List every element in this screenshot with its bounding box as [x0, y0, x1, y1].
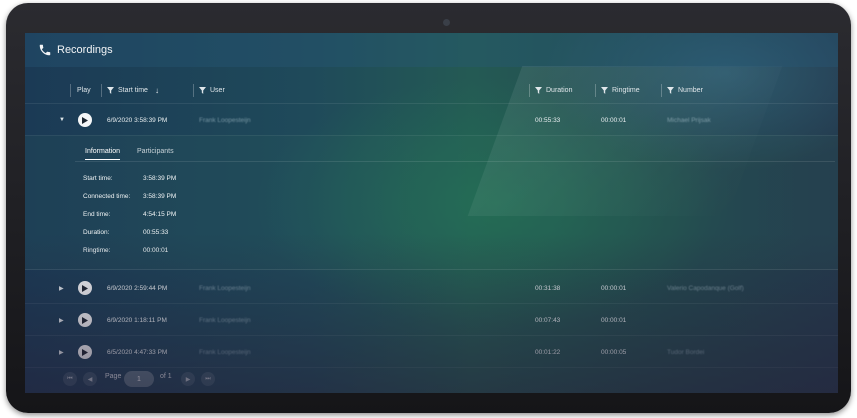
cell-ringtime: 00:00:01 [601, 284, 627, 292]
play-button[interactable] [78, 345, 92, 359]
funnel-icon[interactable] [667, 86, 674, 94]
cell-start-time: 6/9/2020 2:59:44 PM [107, 284, 168, 292]
tab-divider [75, 161, 835, 162]
column-number[interactable]: Number [667, 77, 703, 103]
table-row[interactable]: ▼ 6/9/2020 3:58:39 PM Frank Loopesteijn … [25, 105, 838, 136]
cell-start-time: 6/9/2020 1:18:11 PM [107, 316, 167, 324]
info-label: Start time: [83, 175, 113, 182]
table-row[interactable]: ▶ 6/9/2020 1:18:11 PM Frank Loopesteijn … [25, 305, 838, 336]
table-header: Play Start time ↓ User Duration Ringtime… [25, 77, 838, 104]
cell-duration: 00:07:43 [535, 316, 561, 324]
cell-ringtime: 00:00:01 [601, 116, 627, 124]
column-ringtime[interactable]: Ringtime [601, 77, 640, 103]
table-row[interactable]: ▶ 6/9/2020 2:59:44 PM Frank Loopesteijn … [25, 273, 838, 304]
info-value: 3:58:39 PM [143, 193, 177, 200]
cell-ringtime: 00:00:01 [601, 316, 627, 324]
funnel-icon[interactable] [199, 86, 206, 94]
first-page-button[interactable]: ⏮ [63, 372, 77, 386]
next-page-icon[interactable]: ▶ [186, 376, 191, 383]
play-button[interactable] [78, 281, 92, 295]
cell-user: Frank Loopesteijn [199, 348, 251, 356]
page-total: of 1 [160, 373, 172, 380]
page-title: Recordings [57, 44, 113, 56]
pager: ⏮ ◀ Page 1 of 1 ▶ ⏭ [25, 367, 838, 389]
column-separator [529, 84, 530, 97]
play-button[interactable] [78, 113, 92, 127]
info-value: 00:55:33 [143, 229, 169, 236]
cell-user: Frank Loopesteijn [199, 316, 251, 324]
column-separator [661, 84, 662, 97]
play-icon[interactable] [82, 348, 88, 356]
prev-page-icon[interactable]: ◀ [88, 376, 93, 383]
info-label: Connected time: [83, 193, 131, 200]
info-value: 00:00:01 [143, 247, 169, 254]
arrow-down-icon[interactable]: ↓ [155, 86, 159, 95]
title-bar: Recordings [25, 33, 838, 67]
last-page-icon[interactable]: ⏭ [205, 376, 210, 383]
column-start-time-label[interactable]: Start time [118, 87, 148, 94]
cell-start-time: 6/5/2020 4:47:33 PM [107, 348, 168, 356]
page-label: Page [105, 373, 122, 380]
tab-information[interactable]: Information [85, 148, 121, 160]
caret-right-icon[interactable]: ▶ [59, 337, 64, 367]
app-screen: Recordings Play Start time ↓ User Durati… [25, 33, 838, 393]
info-value: 4:54:15 PM [143, 211, 177, 218]
info-value: 3:58:39 PM [143, 175, 177, 182]
play-icon[interactable] [82, 316, 88, 324]
info-label: Duration: [83, 229, 110, 236]
caret-down-icon[interactable]: ▼ [59, 105, 65, 135]
cell-duration: 00:31:38 [535, 284, 561, 292]
cell-number: Michael Prijsak [667, 116, 711, 124]
column-duration-label[interactable]: Duration [546, 87, 572, 94]
caret-right-icon[interactable]: ▶ [59, 273, 64, 303]
column-duration[interactable]: Duration [535, 77, 572, 103]
cell-user: Frank Loopesteijn [199, 284, 251, 292]
column-start-time[interactable]: Start time ↓ [107, 77, 159, 103]
play-icon[interactable] [82, 284, 88, 292]
column-separator [70, 84, 71, 97]
last-page-button[interactable]: ⏭ [201, 372, 215, 386]
info-label: Ringtime: [83, 247, 111, 254]
cell-user: Frank Loopesteijn [199, 116, 251, 124]
column-separator [101, 84, 102, 97]
cell-number: Valerio Capodanque (Golf) [667, 284, 744, 292]
column-number-label[interactable]: Number [678, 87, 703, 94]
column-ringtime-label[interactable]: Ringtime [612, 87, 640, 94]
tab-participants[interactable]: Participants [137, 148, 174, 155]
camera-dot [443, 19, 450, 26]
table-row[interactable]: ▶ 6/5/2020 4:47:33 PM Frank Loopesteijn … [25, 337, 838, 368]
info-label: End time: [83, 211, 111, 218]
cell-start-time: 6/9/2020 3:58:39 PM [107, 116, 168, 124]
next-page-button[interactable]: ▶ [181, 372, 195, 386]
column-user-label[interactable]: User [210, 87, 225, 94]
phone-icon [39, 44, 51, 56]
column-separator [595, 84, 596, 97]
page-number-input[interactable]: 1 [124, 371, 154, 387]
funnel-icon[interactable] [107, 86, 114, 94]
column-play-label: Play [77, 86, 91, 94]
cell-number: Tudor Bordei [667, 348, 705, 356]
cell-ringtime: 00:00:05 [601, 348, 627, 356]
play-button[interactable] [78, 313, 92, 327]
cell-duration: 00:55:33 [535, 116, 561, 124]
play-icon[interactable] [82, 116, 88, 124]
first-page-icon[interactable]: ⏮ [67, 376, 72, 383]
funnel-icon[interactable] [535, 86, 542, 94]
column-separator [193, 84, 194, 97]
cell-duration: 00:01:22 [535, 348, 561, 356]
column-play: Play [77, 77, 91, 103]
caret-right-icon[interactable]: ▶ [59, 305, 64, 335]
funnel-icon[interactable] [601, 86, 608, 94]
column-user[interactable]: User [199, 77, 225, 103]
prev-page-button[interactable]: ◀ [83, 372, 97, 386]
